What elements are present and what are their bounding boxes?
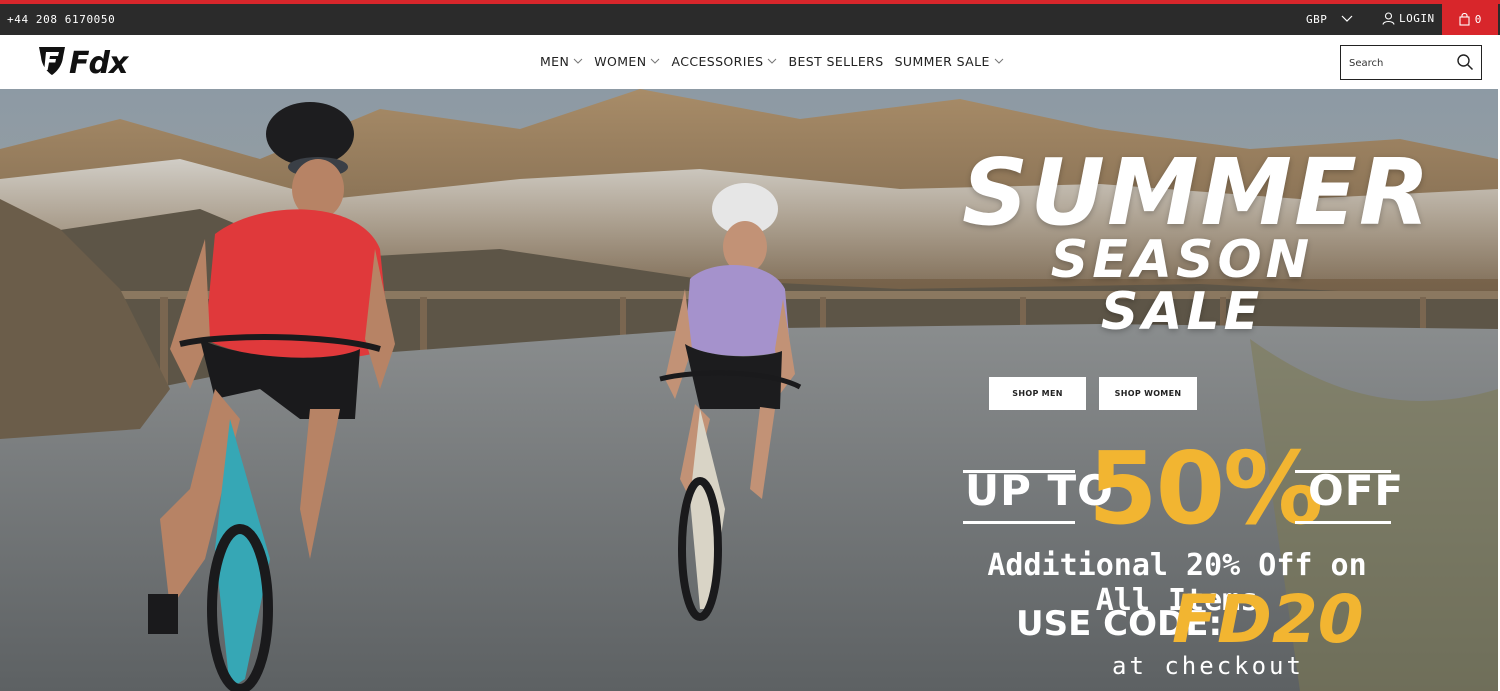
shop-women-button[interactable]: SHOP WOMEN — [1099, 377, 1197, 410]
discount-percent: 50% — [1088, 430, 1323, 547]
chevron-down-icon — [1341, 13, 1353, 26]
nav-item-summer-sale[interactable]: SUMMER SALE — [895, 54, 1004, 69]
shop-men-button[interactable]: SHOP MEN — [989, 377, 1086, 410]
main-nav: MEN WOMEN ACCESSORIES BEST SELLERS SUMME… — [540, 54, 1015, 69]
login-link[interactable]: LOGIN — [1382, 12, 1435, 25]
search-input[interactable] — [1349, 55, 1454, 71]
currency-label: GBP — [1306, 13, 1328, 26]
chevron-down-icon — [994, 58, 1004, 65]
hero-banner: SUMMER SEASON SALE SHOP MEN SHOP WOMEN U… — [0, 89, 1498, 691]
cart-count: 0 — [1474, 13, 1482, 26]
logo-text: Fdx — [69, 46, 128, 81]
user-icon — [1382, 12, 1395, 25]
nav-item-label: ACCESSORIES — [671, 54, 764, 69]
search-icon[interactable] — [1456, 53, 1474, 71]
bag-icon — [1459, 13, 1470, 26]
search-box — [1340, 45, 1482, 80]
promo-code: FD20 — [1172, 581, 1364, 658]
chevron-down-icon — [573, 58, 583, 65]
nav-item-label: SUMMER SALE — [894, 54, 990, 69]
currency-selector[interactable]: GBP — [1306, 13, 1353, 26]
site-logo[interactable]: Fdx — [37, 45, 128, 82]
hero-title: SUMMER — [962, 139, 1432, 246]
nav-item-label: WOMEN — [594, 54, 647, 69]
fdx-shield-logo — [37, 45, 67, 82]
utility-bar: +44 208 6170050 GBP LOGIN 0 — [0, 4, 1500, 35]
site-header: Fdx MEN WOMEN ACCESSORIES BEST SELLERS S… — [0, 35, 1500, 89]
chevron-down-icon — [767, 58, 777, 65]
divider-line — [963, 521, 1075, 524]
chevron-down-icon — [650, 58, 660, 65]
divider-line — [1295, 521, 1391, 524]
off-label: OFF — [1308, 466, 1405, 515]
login-label: LOGIN — [1399, 12, 1435, 25]
nav-item-women[interactable]: WOMEN — [594, 54, 660, 69]
checkout-note: at checkout — [1112, 652, 1304, 680]
hero-subtitle: SEASON SALE — [1050, 230, 1314, 342]
cart-button[interactable]: 0 — [1442, 4, 1498, 35]
nav-item-accessories[interactable]: ACCESSORIES — [671, 54, 777, 69]
nav-item-best-sellers[interactable]: BEST SELLERS — [788, 54, 883, 69]
nav-item-men[interactable]: MEN — [540, 54, 583, 69]
nav-item-label: MEN — [540, 54, 570, 69]
nav-item-label: BEST SELLERS — [788, 54, 884, 69]
phone-number[interactable]: +44 208 6170050 — [7, 13, 115, 26]
